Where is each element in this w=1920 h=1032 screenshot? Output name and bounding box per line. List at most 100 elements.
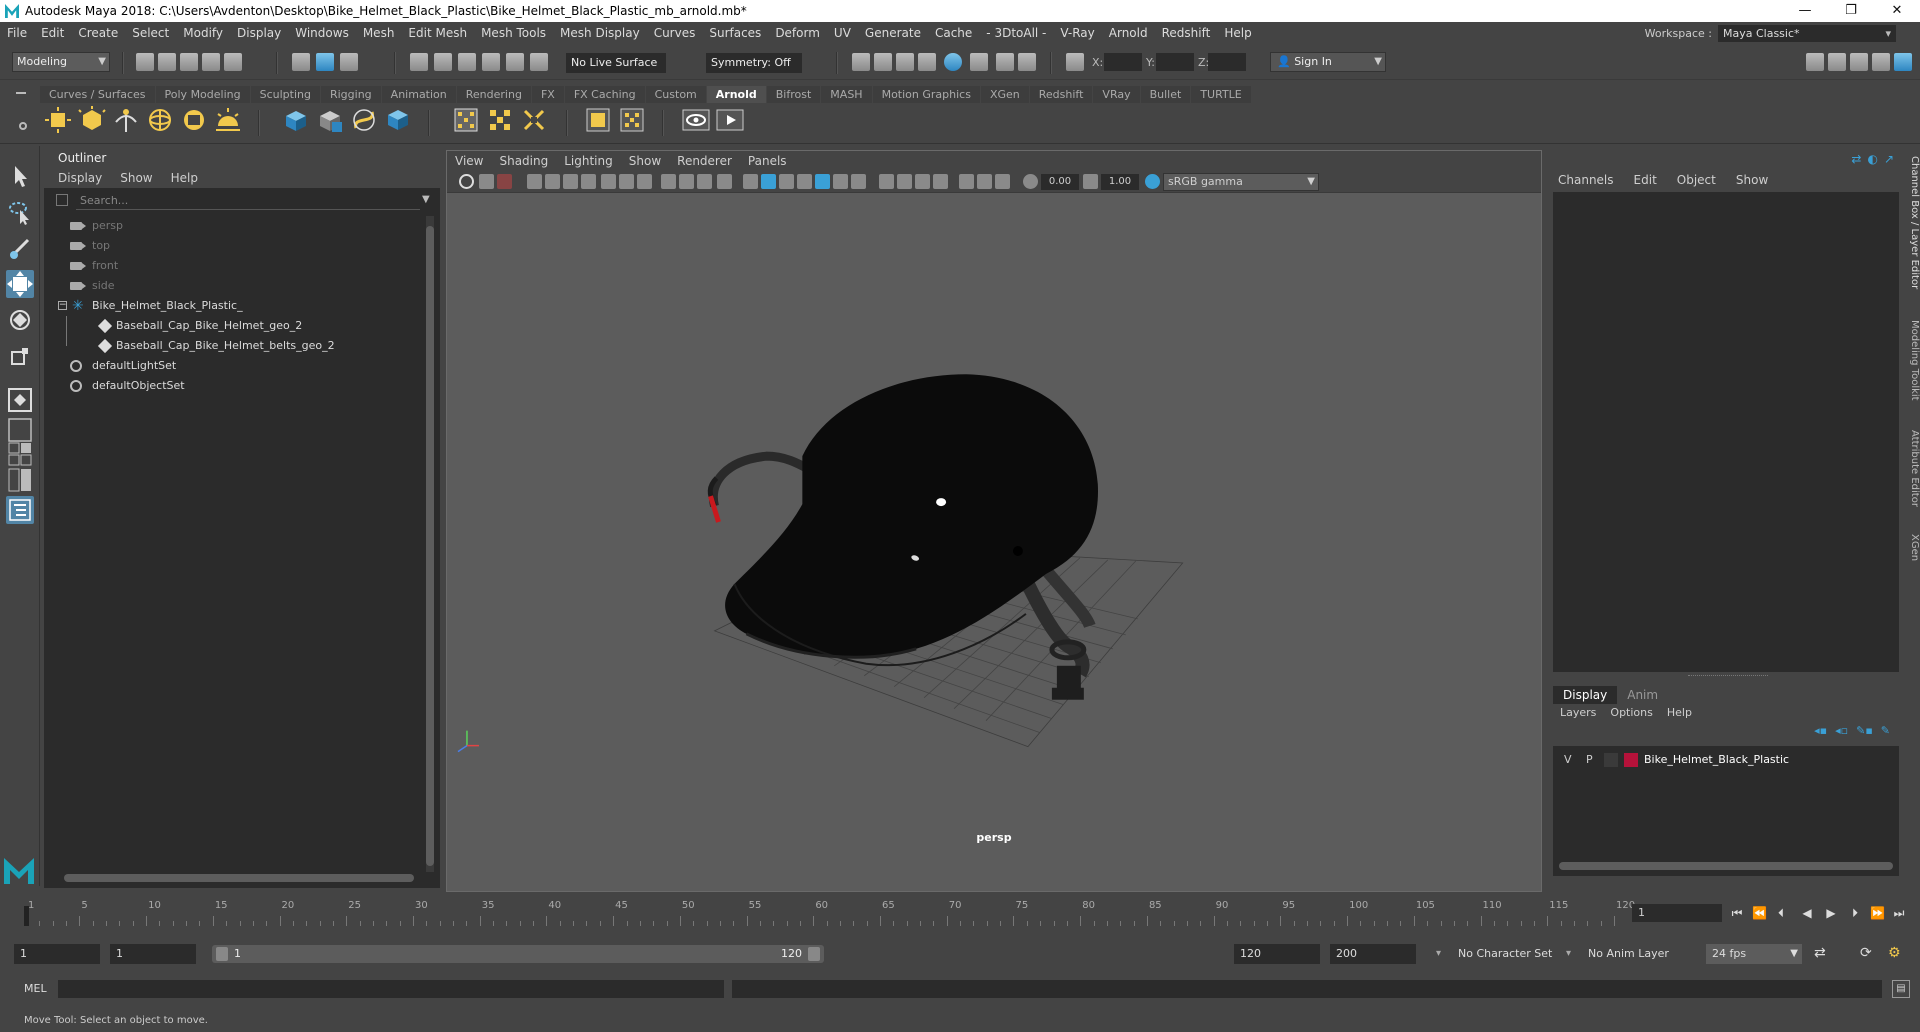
- menu-arnold[interactable]: Arnold: [1102, 26, 1155, 40]
- z-field[interactable]: [1208, 53, 1246, 71]
- menu-3dtoall[interactable]: - 3DtoAll -: [979, 26, 1053, 40]
- xray-joints-icon[interactable]: [995, 174, 1010, 189]
- arnold-render-icon[interactable]: [996, 53, 1014, 71]
- viewport-canvas[interactable]: [447, 194, 1541, 891]
- shelf-tab-animation[interactable]: Animation: [381, 86, 456, 103]
- shelf-tab-fx-caching[interactable]: FX Caching: [564, 86, 645, 103]
- xray-icon[interactable]: [959, 174, 974, 189]
- lasso-tool-icon[interactable]: [6, 198, 34, 226]
- select-by-component-icon[interactable]: [340, 53, 358, 71]
- isolate-select-icon[interactable]: [933, 174, 948, 189]
- resolution-gate-icon[interactable]: [637, 174, 652, 189]
- layer-tab-display[interactable]: Display: [1553, 686, 1618, 704]
- outliner-item-group[interactable]: − ✳ Bike_Helmet_Black_Plastic_: [44, 296, 404, 316]
- shelf-tab-curves-surfaces[interactable]: Curves / Surfaces: [40, 86, 155, 103]
- play-forwards-icon[interactable]: ▶: [1824, 906, 1838, 920]
- menu-modify[interactable]: Modify: [176, 26, 230, 40]
- playback-start-field[interactable]: 1: [110, 944, 196, 964]
- restore-button[interactable]: ❐: [1828, 0, 1874, 22]
- motion-blur-icon[interactable]: [879, 174, 894, 189]
- pause-icon[interactable]: [1018, 53, 1036, 71]
- attribute-editor-toggle-icon[interactable]: [1850, 53, 1868, 71]
- transform-mode-icon[interactable]: [1066, 53, 1084, 71]
- camera-attributes-icon[interactable]: [497, 174, 512, 189]
- select-by-hierarchy-icon[interactable]: [292, 53, 310, 71]
- area-light-icon[interactable]: [44, 106, 72, 134]
- menu-help[interactable]: Help: [1217, 26, 1258, 40]
- shelf-tab-bullet[interactable]: Bullet: [1140, 86, 1191, 103]
- grease-pencil-icon[interactable]: [581, 174, 596, 189]
- range-start-handle[interactable]: [216, 947, 228, 961]
- menu-file[interactable]: File: [0, 26, 34, 40]
- smooth-shade-icon[interactable]: [761, 174, 776, 189]
- new-scene-icon[interactable]: [136, 53, 154, 71]
- outliner-item-top[interactable]: top: [44, 236, 404, 256]
- arnold-render-play-icon[interactable]: [716, 106, 744, 134]
- side-tab-attribute-editor[interactable]: Attribute Editor: [1904, 430, 1920, 507]
- snap-curve-icon[interactable]: [434, 53, 452, 71]
- cb-menu-edit[interactable]: Edit: [1624, 170, 1667, 190]
- animation-end-field[interactable]: 200: [1330, 944, 1416, 964]
- outliner-item-set[interactable]: defaultLightSet: [44, 356, 404, 376]
- viewport-menu-lighting[interactable]: Lighting: [556, 151, 621, 171]
- move-layer-down-icon[interactable]: ◂▫: [1835, 724, 1848, 737]
- arnold-render-view-eye-icon[interactable]: [682, 106, 710, 134]
- layer-type-toggle[interactable]: [1604, 753, 1618, 767]
- x-field[interactable]: [1104, 53, 1142, 71]
- outliner-item-side[interactable]: side: [44, 276, 404, 296]
- bookmarks-icon[interactable]: [527, 174, 542, 189]
- wireframe-on-shaded-icon[interactable]: [779, 174, 794, 189]
- flush-texture-cache-icon[interactable]: [452, 106, 480, 134]
- four-view-layout-icon[interactable]: [6, 440, 34, 468]
- shelf-menu-icon[interactable]: [16, 92, 26, 94]
- menu-uv[interactable]: UV: [827, 26, 858, 40]
- safe-title-icon[interactable]: [717, 174, 732, 189]
- range-slider[interactable]: 1 120: [212, 945, 824, 963]
- menu-deform[interactable]: Deform: [768, 26, 827, 40]
- menu-display[interactable]: Display: [230, 26, 288, 40]
- open-scene-icon[interactable]: [158, 53, 176, 71]
- select-tool-icon[interactable]: [6, 162, 34, 190]
- symmetry-dropdown[interactable]: Symmetry: Off: [706, 53, 802, 73]
- outliner-menu-help[interactable]: Help: [171, 168, 198, 188]
- gate-mask-icon[interactable]: [661, 174, 676, 189]
- current-time-marker[interactable]: [24, 906, 29, 926]
- snap-point-icon[interactable]: [458, 53, 476, 71]
- loop-icon[interactable]: ⇄: [1814, 945, 1826, 961]
- anim-layer-icon[interactable]: ▾: [1566, 948, 1571, 959]
- move-layer-up-icon[interactable]: ◂▪: [1814, 724, 1827, 737]
- snap-view-plane-icon[interactable]: [482, 53, 500, 71]
- shelf-settings-icon[interactable]: [19, 122, 27, 130]
- play-backwards-icon[interactable]: ◀: [1800, 906, 1814, 920]
- shelf-tab-sculpting[interactable]: Sculpting: [250, 86, 320, 103]
- render-region-icon[interactable]: [852, 53, 870, 71]
- photometric-light-icon[interactable]: [112, 106, 140, 134]
- cb-menu-object[interactable]: Object: [1667, 170, 1726, 190]
- character-set-icon[interactable]: ▾: [1436, 948, 1441, 959]
- menu-curves[interactable]: Curves: [647, 26, 703, 40]
- shelf-tab-vray[interactable]: VRay: [1093, 86, 1140, 103]
- multisample-aa-icon[interactable]: [897, 174, 912, 189]
- undo-icon[interactable]: [202, 53, 220, 71]
- menu-mesh[interactable]: Mesh: [356, 26, 402, 40]
- skydome-light-icon[interactable]: [146, 106, 174, 134]
- grid-toggle-icon[interactable]: [601, 174, 616, 189]
- chevron-down-icon[interactable]: ▼: [422, 194, 430, 205]
- layer-menu-help[interactable]: Help: [1667, 706, 1692, 719]
- menu-redshift[interactable]: Redshift: [1155, 26, 1218, 40]
- shelf-tab-fx[interactable]: FX: [531, 86, 564, 103]
- side-tab-channel-box[interactable]: Channel Box / Layer Editor: [1904, 156, 1920, 289]
- side-tab-modeling-toolkit[interactable]: Modeling Toolkit: [1904, 320, 1920, 401]
- outliner-item-mesh[interactable]: Baseball_Cap_Bike_Helmet_belts_geo_2: [44, 336, 404, 356]
- wireframe-icon[interactable]: [743, 174, 758, 189]
- outliner-menu-show[interactable]: Show: [120, 168, 152, 188]
- menu-select[interactable]: Select: [125, 26, 176, 40]
- go-to-start-icon[interactable]: ⏮: [1730, 906, 1744, 920]
- render-view-icon[interactable]: [970, 53, 988, 71]
- shelf-tab-rigging[interactable]: Rigging: [320, 86, 381, 103]
- last-tool-used-icon[interactable]: [6, 386, 34, 414]
- outliner-search-input[interactable]: Search...: [76, 192, 420, 210]
- menu-windows[interactable]: Windows: [288, 26, 356, 40]
- select-camera-icon[interactable]: [459, 174, 474, 189]
- safe-action-icon[interactable]: [697, 174, 712, 189]
